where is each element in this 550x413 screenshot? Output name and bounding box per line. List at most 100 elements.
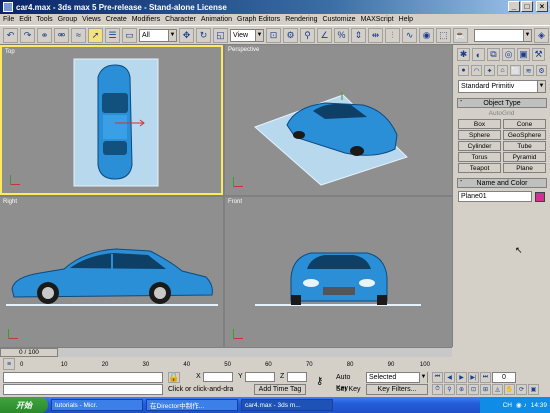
spinner-snap-icon[interactable]: ⇕ [351,27,366,43]
previous-frame-icon[interactable]: ◀ [444,372,455,383]
geosphere-button[interactable]: GeoSphere [503,130,546,140]
maximize-icon[interactable]: □ [521,1,533,12]
clock[interactable]: 14:39 [531,402,547,409]
menu-customize[interactable]: Customize [323,16,356,23]
viewport-front[interactable]: Front [225,197,452,347]
key-filters-button[interactable]: Key Filters... [366,384,428,395]
unlink-icon[interactable]: ⚮ [54,27,69,43]
create-tab-icon[interactable]: ✱ [457,48,470,61]
z-coordinate-field[interactable] [287,372,307,382]
menu-animation[interactable]: Animation [201,16,232,23]
lights-icon[interactable]: ✦ [484,65,495,76]
sphere-button[interactable]: Sphere [458,130,501,140]
box-button[interactable]: Box [458,119,501,129]
add-time-tag-button[interactable]: Add Time Tag [254,384,306,395]
menu-modifiers[interactable]: Modifiers [132,16,160,23]
app-icon[interactable] [3,2,13,12]
viewport-top[interactable]: Top [0,45,223,195]
track-bar[interactable]: ≡ 0 10 20 30 40 50 60 70 80 90 100 [0,357,452,371]
selection-region-icon[interactable]: ▭ [122,27,137,43]
object-color-swatch[interactable] [535,191,545,202]
space-warps-icon[interactable]: ≋ [523,65,534,76]
zoom-extents-icon[interactable]: ⊡ [468,384,479,395]
time-config-icon[interactable]: ⏱ [432,384,443,395]
render-type-dropdown[interactable]: ▼ [474,28,532,42]
selection-set-dropdown[interactable]: Selected ▼ [366,372,428,383]
cameras-icon[interactable]: ⌂ [497,65,508,76]
lock-selection-icon[interactable]: 🔒 [168,372,180,383]
viewport-perspective[interactable]: Perspective [225,45,452,195]
taskbar-item-active[interactable]: car4.max - 3ds m... [241,399,333,411]
percent-snap-icon[interactable]: % [334,27,349,43]
maxscript-listener-mini-output[interactable] [3,384,163,395]
object-name-field[interactable]: Plane01 [458,191,532,202]
curve-editor-icon[interactable]: ∿ [402,27,417,43]
goto-start-icon[interactable]: ⏮ [432,372,443,383]
menu-rendering[interactable]: Rendering [285,16,317,23]
minimize-icon[interactable]: _ [508,1,520,12]
set-key-button[interactable]: Set Key [336,384,364,395]
next-frame-icon[interactable]: ▶| [468,372,479,383]
auto-key-button[interactable]: Auto Key [336,372,364,392]
redo-icon[interactable]: ↷ [20,27,35,43]
menu-views[interactable]: Views [82,16,101,23]
menu-create[interactable]: Create [106,16,127,23]
teapot-button[interactable]: Teapot [458,163,501,173]
render-last-icon[interactable]: ◈ [534,27,549,43]
pan-icon[interactable]: ✋ [504,384,515,395]
select-scale-icon[interactable]: ◱ [213,27,228,43]
select-rotate-icon[interactable]: ↻ [196,27,211,43]
cylinder-button[interactable]: Cylinder [458,141,501,151]
pyramid-button[interactable]: Pyramid [503,152,546,162]
pivot-center-icon[interactable]: ⊡ [266,27,281,43]
select-object-icon[interactable]: ➚ [88,27,103,43]
zoom-extents-all-icon[interactable]: ⊞ [480,384,491,395]
bind-space-warp-icon[interactable]: ≈ [71,27,86,43]
menu-maxscript[interactable]: MAXScript [361,16,394,23]
x-coordinate-field[interactable] [203,372,233,382]
torus-button[interactable]: Torus [458,152,501,162]
play-icon[interactable]: ▶ [456,372,467,383]
link-icon[interactable]: ⚭ [37,27,52,43]
menu-group[interactable]: Group [58,16,77,23]
viewport-right[interactable]: Right [0,197,223,347]
current-frame-field[interactable]: 0 [492,372,516,383]
snap-toggle-icon[interactable]: ⚲ [300,27,315,43]
cone-button[interactable]: Cone [503,119,546,129]
menu-file[interactable]: File [3,16,14,23]
zoom-icon[interactable]: ⚲ [444,384,455,395]
render-scene-icon[interactable]: ⬚ [436,27,451,43]
hierarchy-tab-icon[interactable]: ⧉ [487,48,500,61]
quick-render-icon[interactable]: ☕ [453,27,468,43]
close-icon[interactable]: × [536,1,548,12]
menu-tools[interactable]: Tools [36,16,52,23]
tube-button[interactable]: Tube [503,141,546,151]
time-slider-thumb[interactable]: 0 / 100 [0,348,58,357]
y-coordinate-field[interactable] [245,372,275,382]
motion-tab-icon[interactable]: ◎ [502,48,515,61]
menu-help[interactable]: Help [399,16,413,23]
autogrid-checkbox[interactable]: AutoGrid [453,110,550,117]
shapes-icon[interactable]: ◠ [471,65,482,76]
mirror-icon[interactable]: ⇹ [368,27,383,43]
select-by-name-icon[interactable]: ☰ [105,27,120,43]
utilities-tab-icon[interactable]: ⚒ [532,48,545,61]
plane-button[interactable]: Plane [503,163,546,173]
material-editor-icon[interactable]: ◉ [419,27,434,43]
select-manipulate-icon[interactable]: ⚙ [283,27,298,43]
field-of-view-icon[interactable]: ◬ [492,384,503,395]
track-bar-menu-icon[interactable]: ≡ [3,358,15,370]
taskbar-item[interactable]: 在Director中制作... [146,399,238,411]
language-indicator[interactable]: CH [503,402,512,409]
select-move-icon[interactable]: ✥ [179,27,194,43]
selection-filter-dropdown[interactable]: All ▼ [139,28,177,42]
maxscript-listener-mini[interactable] [3,372,163,383]
undo-icon[interactable]: ↶ [3,27,18,43]
primitive-category-dropdown[interactable]: Standard Primitiv ▼ [458,80,546,93]
goto-end-icon[interactable]: ⏭ [480,372,491,383]
align-icon[interactable]: ⫶ [385,27,400,43]
reference-coordinate-dropdown[interactable]: View ▼ [230,28,264,42]
maximize-viewport-icon[interactable]: ▣ [528,384,539,395]
name-and-color-rollout[interactable]: - Name and Color [457,178,547,188]
systems-icon[interactable]: ⚙ [536,65,547,76]
